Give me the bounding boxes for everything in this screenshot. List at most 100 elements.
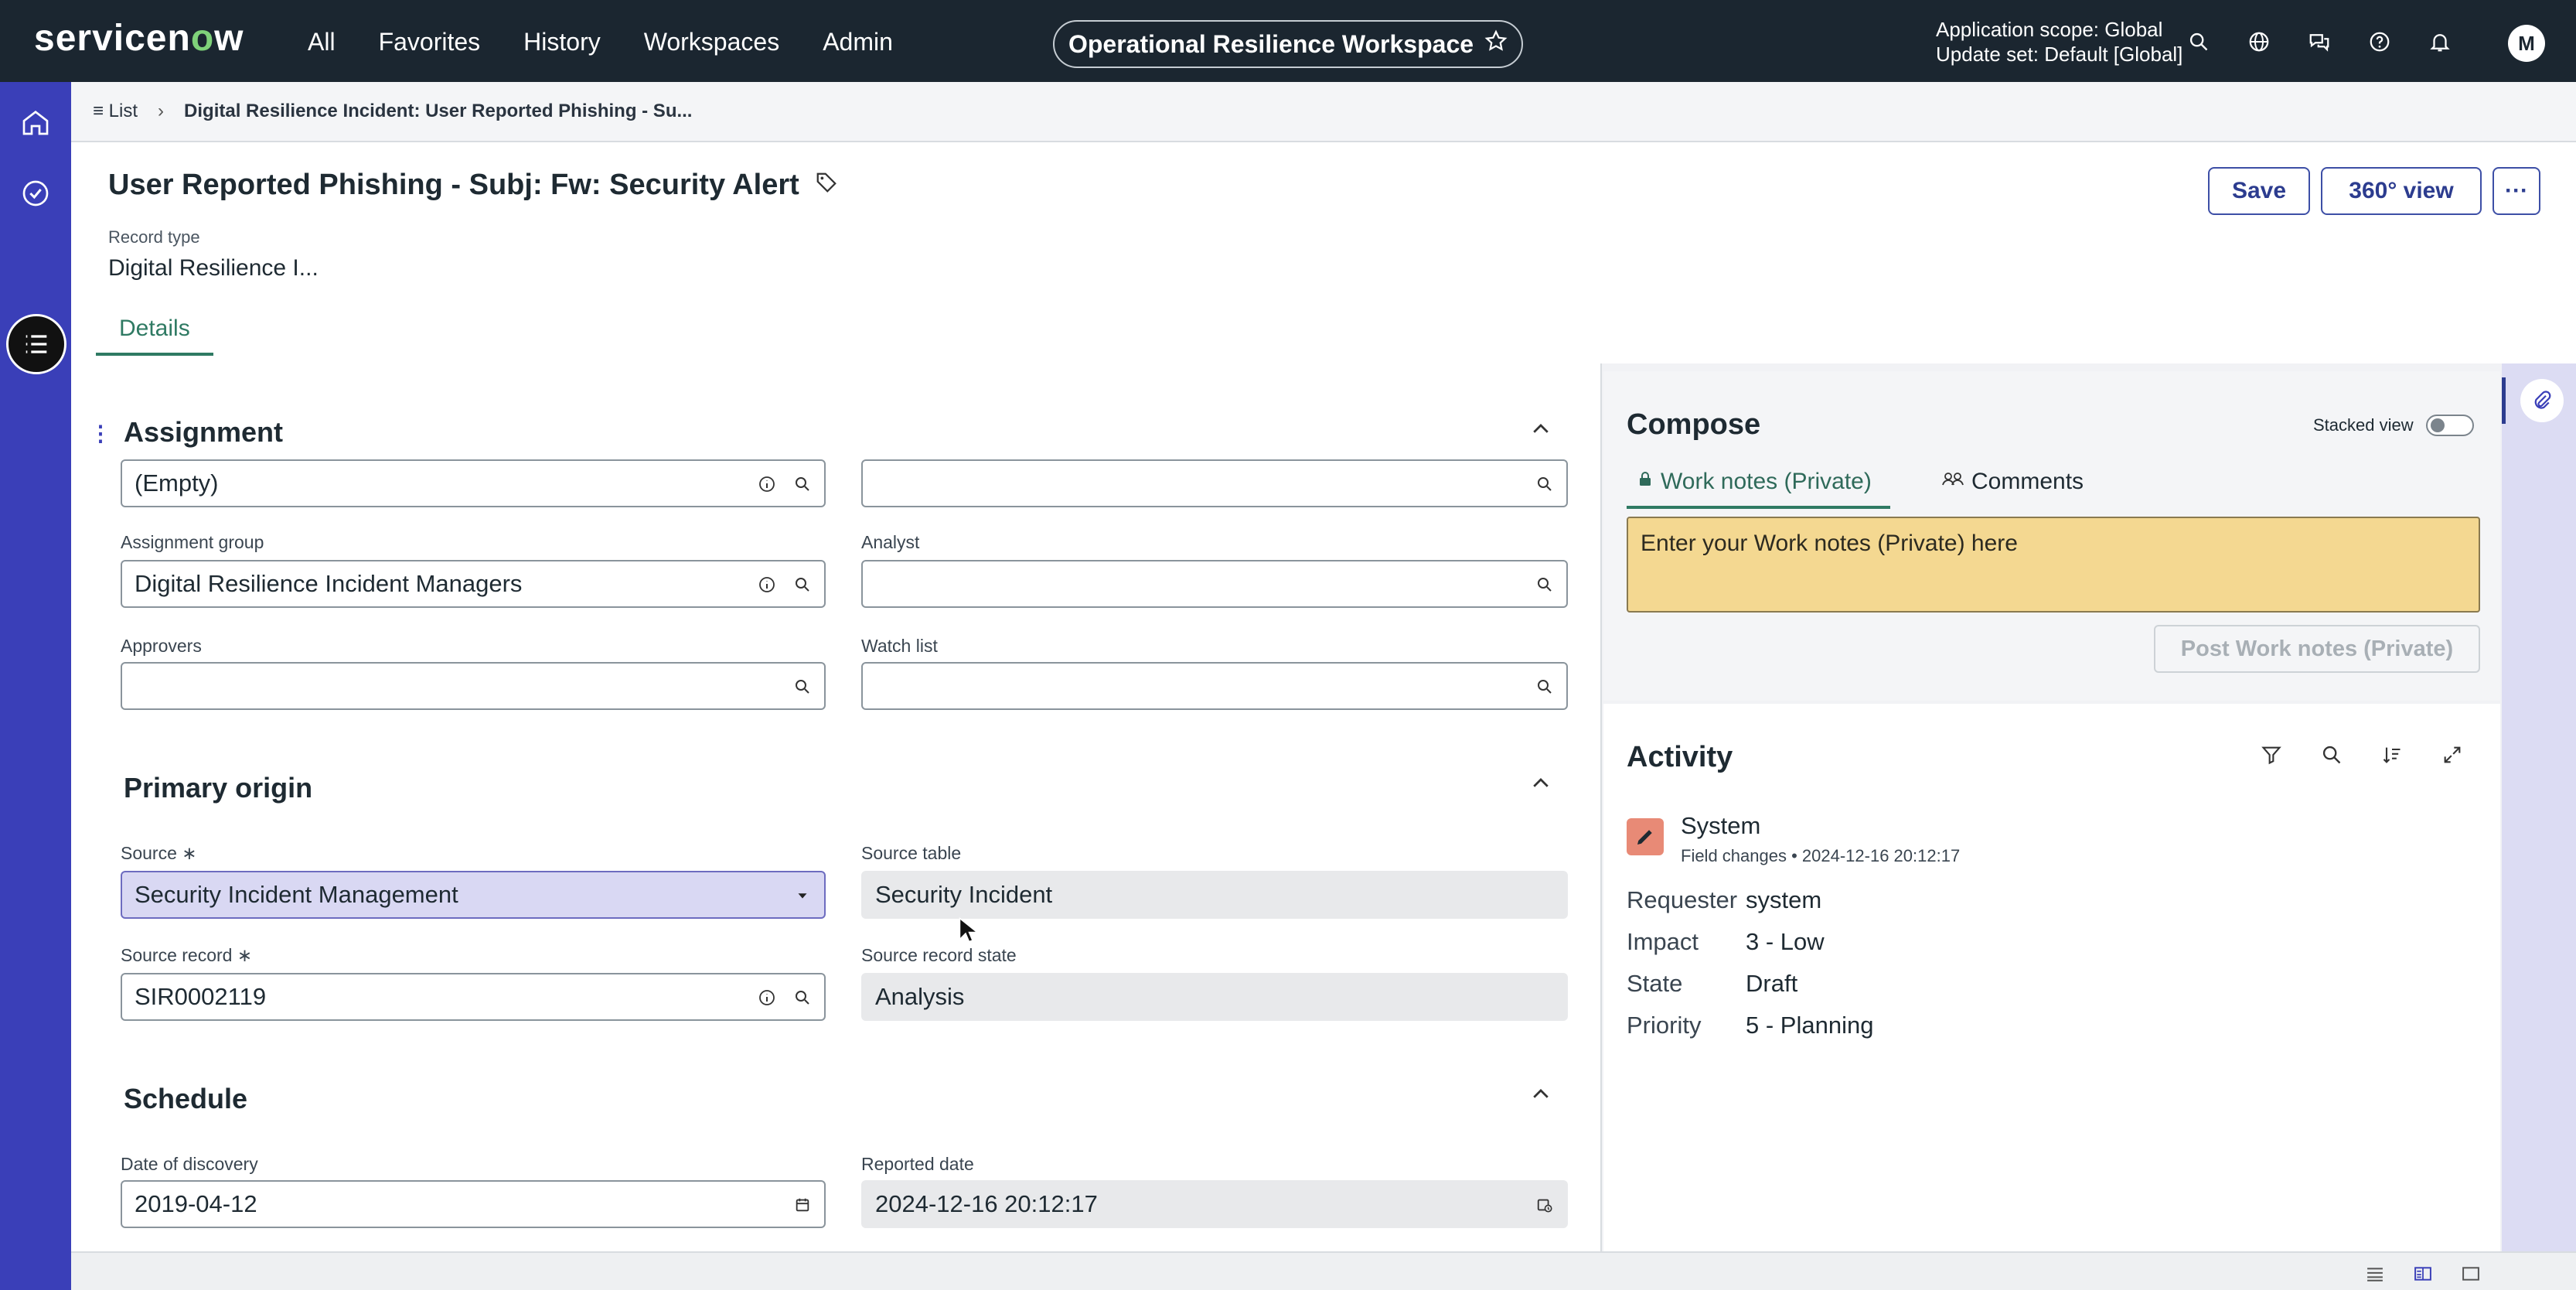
assignment-group-value: Digital Resilience Incident Managers (135, 570, 523, 597)
source-record-value: SIR0002119 (135, 983, 267, 1010)
search-icon[interactable] (792, 987, 813, 1008)
source-record-field[interactable]: SIR0002119 (121, 973, 826, 1021)
paperclip-icon[interactable] (2520, 379, 2564, 422)
expand-icon[interactable] (2440, 742, 2465, 767)
watch-list-label: Watch list (861, 636, 938, 656)
tab-details[interactable]: Details (96, 316, 213, 356)
collapse-assignment-icon[interactable] (1529, 418, 1552, 441)
check-circle-icon[interactable] (17, 175, 54, 212)
collapse-schedule-icon[interactable] (1529, 1083, 1552, 1106)
list-layout-icon[interactable] (2364, 1265, 2386, 1286)
reported-date-value: 2024-12-16 20:12:17 (875, 1190, 1098, 1217)
search-icon[interactable] (792, 473, 813, 495)
main-menu: All Favorites History Workspaces Admin (308, 28, 893, 56)
breadcrumb: ≡ List › Digital Resilience Incident: Us… (71, 82, 2576, 142)
360-view-button[interactable]: 360° view (2321, 167, 2482, 215)
search-icon[interactable] (2183, 26, 2214, 57)
menu-favorites[interactable]: Favorites (379, 28, 481, 56)
work-notes-textarea[interactable]: Enter your Work notes (Private) here (1627, 517, 2480, 613)
search-icon[interactable] (1534, 574, 1555, 596)
analyst-field[interactable] (861, 560, 1568, 608)
stacked-view-toggle[interactable] (2425, 415, 2474, 436)
record-type-value: Digital Resilience I... (108, 255, 319, 281)
chevron-right-icon: › (158, 101, 165, 121)
list-icon[interactable] (6, 314, 66, 374)
activity-author: System (1681, 812, 1761, 839)
calendar-icon[interactable] (792, 1194, 813, 1216)
workspace-name: Operational Resilience Workspace (1068, 29, 1474, 58)
source-label: Source ∗ (121, 843, 197, 864)
help-icon[interactable] (2364, 26, 2395, 57)
record-form: ⋮ Assignment (Empty) Assignment group Di… (71, 363, 1602, 1251)
field-key: State (1627, 970, 1683, 997)
assignment-group-label: Assignment group (121, 532, 264, 552)
assigned-to-value: (Empty) (135, 469, 219, 497)
menu-admin[interactable]: Admin (823, 28, 893, 56)
split-layout-icon[interactable] (2412, 1265, 2434, 1286)
bell-icon[interactable] (2424, 26, 2455, 57)
tab-comments[interactable]: Comments (1941, 469, 2084, 495)
top-right-field[interactable] (861, 459, 1568, 507)
mouse-cursor-icon (959, 917, 977, 943)
left-rail (0, 82, 71, 1290)
field-value: system (1746, 886, 1822, 913)
list-link[interactable]: ≡ List (93, 101, 138, 122)
avatar[interactable]: M (2508, 25, 2545, 62)
approvers-field[interactable] (121, 662, 826, 710)
list-link-label: List (108, 101, 138, 121)
star-icon[interactable] (1484, 29, 1508, 59)
application-scope[interactable]: Application scope: Global Update set: De… (1936, 17, 2182, 67)
sort-icon[interactable] (2380, 742, 2404, 767)
source-record-state-field: Analysis (861, 973, 1568, 1021)
info-icon[interactable] (756, 987, 778, 1008)
tab-work-notes[interactable]: Work notes (Private) (1627, 469, 1890, 509)
record-title: User Reported Phishing - Subj: Fw: Secur… (108, 169, 799, 201)
post-work-notes-button[interactable]: Post Work notes (Private) (2154, 625, 2480, 673)
tag-icon[interactable] (815, 169, 838, 202)
source-select[interactable]: Security Incident Management (121, 871, 826, 919)
menu-history[interactable]: History (523, 28, 601, 56)
chat-icon[interactable] (2304, 26, 2335, 57)
field-key: Impact (1627, 928, 1699, 955)
more-actions-button[interactable]: ··· (2493, 167, 2540, 215)
top-navigation-bar: servicenow All Favorites History Workspa… (0, 0, 2576, 82)
search-icon[interactable] (1534, 676, 1555, 698)
calendar-clock-icon (1534, 1194, 1555, 1216)
info-icon[interactable] (756, 473, 778, 495)
watch-list-field[interactable] (861, 662, 1568, 710)
activity-title: Activity (1627, 741, 1733, 773)
search-icon[interactable] (792, 574, 813, 596)
servicenow-logo[interactable]: servicenow (34, 17, 244, 60)
record-header: User Reported Phishing - Subj: Fw: Secur… (71, 142, 2576, 363)
menu-all[interactable]: All (308, 28, 336, 56)
workspace-pill[interactable]: Operational Resilience Workspace (1053, 20, 1523, 68)
field-value: Draft (1746, 970, 1798, 997)
record-type-label: Record type (108, 227, 200, 247)
field-value: 3 - Low (1746, 928, 1825, 955)
compose-title: Compose (1627, 408, 1761, 441)
date-of-discovery-field[interactable]: 2019-04-12 (121, 1180, 826, 1228)
single-layout-icon[interactable] (2460, 1265, 2482, 1286)
field-value: 5 - Planning (1746, 1012, 1874, 1039)
save-button[interactable]: Save (2208, 167, 2310, 215)
info-icon[interactable] (756, 574, 778, 596)
required-marker: ∗ (237, 945, 253, 965)
collapse-primary-origin-icon[interactable] (1529, 772, 1552, 795)
assignment-group-field[interactable]: Digital Resilience Incident Managers (121, 560, 826, 608)
search-icon[interactable] (792, 676, 813, 698)
home-icon[interactable] (17, 104, 54, 141)
tab-comments-label: Comments (1971, 469, 2084, 494)
menu-workspaces[interactable]: Workspaces (644, 28, 779, 56)
breadcrumb-current: Digital Resilience Incident: User Report… (184, 101, 693, 121)
search-icon[interactable] (1534, 473, 1555, 495)
search-icon[interactable] (2319, 742, 2344, 767)
caret-down-icon[interactable] (792, 885, 813, 906)
globe-icon[interactable] (2244, 26, 2274, 57)
section-title-schedule: Schedule (124, 1083, 248, 1114)
filter-icon[interactable] (2259, 742, 2284, 767)
stacked-view-label: Stacked view (2313, 415, 2414, 435)
tab-work-notes-label: Work notes (Private) (1661, 469, 1872, 494)
assigned-to-field[interactable]: (Empty) (121, 459, 826, 507)
drag-handle-icon[interactable]: ⋮ (90, 421, 111, 446)
layout-switcher (2364, 1265, 2482, 1286)
